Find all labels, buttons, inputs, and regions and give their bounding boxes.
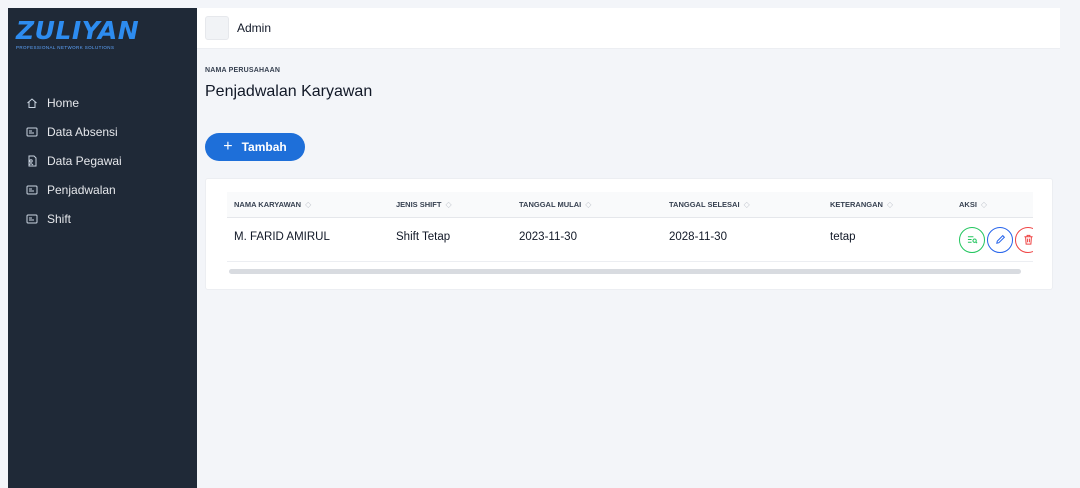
topbar: Admin <box>197 8 1060 49</box>
sort-icon: ◇ <box>743 199 750 209</box>
cell-tanggal-selesai: 2028-11-30 <box>662 217 823 262</box>
sidebar-item-data-absensi[interactable]: Data Absensi <box>8 117 197 146</box>
user-file-icon <box>26 155 38 167</box>
cell-nama: M. FARID AMIRUL <box>227 217 389 262</box>
delete-button[interactable] <box>1015 226 1033 253</box>
sidebar-item-label: Data Pegawai <box>47 153 122 168</box>
sort-icon: ◇ <box>980 199 988 209</box>
id-card-icon <box>26 184 38 196</box>
sidebar-item-penjadwalan[interactable]: Penjadwalan <box>8 175 197 204</box>
company-label: NAMA PERUSAHAAN <box>205 67 281 74</box>
add-button[interactable]: + Tambah <box>205 133 305 161</box>
table-scroll-area: NAMA KARYAWAN ◇ JENIS SHIFT ◇ TANGGAL MULA… <box>227 192 1033 264</box>
edit-button[interactable] <box>987 226 1013 253</box>
sort-icon: ◇ <box>305 199 312 209</box>
column-header-jenis-shift[interactable]: JENIS SHIFT ◇ <box>389 192 512 218</box>
plus-icon: + <box>223 138 233 155</box>
table-row: M. FARID AMIRUL Shift Tetap 2023-11-30 2… <box>227 217 1033 262</box>
trash-icon <box>1023 234 1033 245</box>
brand-tagline: PROFESSIONAL NETWORK SOLUTIONS <box>16 45 115 50</box>
row-actions <box>959 226 1033 253</box>
id-card-icon <box>26 126 38 138</box>
sidebar-nav: Home Data Absensi Data Pegawai Penjadwal… <box>8 88 197 233</box>
schedule-table-card: NAMA KARYAWAN ◇ JENIS SHIFT ◇ TANGGAL MULA… <box>205 178 1053 290</box>
sidebar-item-home[interactable]: Home <box>8 88 197 117</box>
sidebar-item-label: Penjadwalan <box>47 182 116 197</box>
column-header-keterangan[interactable]: KETERANGAN ◇ <box>823 192 952 218</box>
column-header-nama[interactable]: NAMA KARYAWAN ◇ <box>227 192 389 218</box>
sort-icon: ◇ <box>445 199 452 209</box>
cell-jenis-shift: Shift Tetap <box>389 217 512 262</box>
id-card-icon <box>26 213 38 225</box>
view-detail-button[interactable] <box>959 226 985 253</box>
user-name[interactable]: Admin <box>237 21 271 35</box>
sidebar: ZULIYAN PROFESSIONAL NETWORK SOLUTIONS H… <box>8 8 197 488</box>
pencil-icon <box>995 234 1005 244</box>
sidebar-item-label: Data Absensi <box>47 124 118 139</box>
column-header-tanggal-mulai[interactable]: TANGGAL MULAI ◇ <box>512 192 662 218</box>
home-icon <box>26 97 38 109</box>
brand-logo[interactable]: ZULIYAN PROFESSIONAL NETWORK SOLUTIONS <box>16 16 140 56</box>
column-header-aksi[interactable]: AKSI ◇ <box>952 192 1033 218</box>
avatar[interactable] <box>205 16 229 40</box>
brand-name: ZULIYAN <box>16 16 140 45</box>
cell-tanggal-mulai: 2023-11-30 <box>512 217 662 262</box>
table-header-row: NAMA KARYAWAN ◇ JENIS SHIFT ◇ TANGGAL MULA… <box>227 192 1033 218</box>
cell-keterangan: tetap <box>823 217 952 262</box>
horizontal-scrollbar[interactable] <box>229 269 1021 274</box>
detail-list-icon <box>967 236 977 244</box>
sidebar-item-data-pegawai[interactable]: Data Pegawai <box>8 146 197 175</box>
cell-aksi <box>952 217 1033 262</box>
sidebar-item-shift[interactable]: Shift <box>8 204 197 233</box>
column-header-tanggal-selesai[interactable]: TANGGAL SELESAI ◇ <box>662 192 823 218</box>
page-title: Penjadwalan Karyawan <box>205 83 373 100</box>
add-button-label: Tambah <box>241 140 287 154</box>
schedule-table: NAMA KARYAWAN ◇ JENIS SHIFT ◇ TANGGAL MULA… <box>227 192 1033 262</box>
sidebar-item-label: Home <box>47 95 80 110</box>
sidebar-item-label: Shift <box>47 211 72 226</box>
sort-icon: ◇ <box>585 199 592 209</box>
sort-icon: ◇ <box>886 199 894 209</box>
